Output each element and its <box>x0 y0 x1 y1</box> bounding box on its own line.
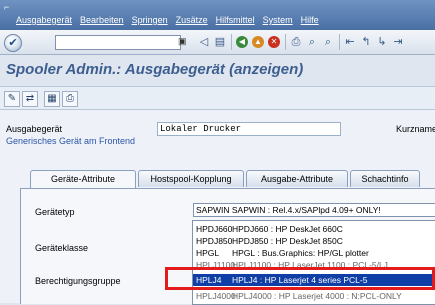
cancel-icon[interactable]: ✕ <box>268 36 280 48</box>
menu-items: Ausgabegerät Bearbeiten Springen Zusätze… <box>16 15 319 25</box>
option-code: HPLJ1100 <box>196 260 236 270</box>
option-code: HPGL <box>196 248 220 258</box>
exit-icon[interactable]: ▲ <box>252 36 264 48</box>
option-desc: HPDJ850 : HP DeskJet 850C <box>232 236 343 246</box>
menu-hilfe[interactable]: Hilfe <box>301 15 319 25</box>
separator <box>339 34 340 50</box>
device-class-label: Geräteklasse <box>35 243 89 253</box>
device-input[interactable]: Lokaler Drucker <box>157 122 341 136</box>
option-code: HPDJ660 <box>196 224 233 234</box>
command-field[interactable] <box>55 35 181 50</box>
back-icon[interactable]: ◀ <box>236 36 248 48</box>
dropdown-option[interactable]: HPDJ660 HPDJ660 : HP DeskJet 660C <box>193 223 435 235</box>
menu-springen[interactable]: Springen <box>132 15 168 25</box>
device-type-dropdown: HPDJ660 HPDJ660 : HP DeskJet 660C HPDJ85… <box>192 220 435 305</box>
print-icon[interactable]: ⎙ <box>290 36 302 48</box>
option-desc: HPDJ660 : HP DeskJet 660C <box>232 224 343 234</box>
authorization-group-label: Berechtigungsgruppe <box>35 276 121 286</box>
edit-pencil-icon[interactable]: ✎ <box>4 91 20 107</box>
last-page-icon[interactable]: ⇥ <box>392 36 404 48</box>
collapse-left-icon[interactable]: ◁ <box>198 36 210 48</box>
generic-device-note: Generisches Gerät am Frontend <box>6 136 136 146</box>
menu-hilfsmittel[interactable]: Hilfsmittel <box>216 15 255 25</box>
standard-toolbar: ✔ ▣ ◁ ▤ ◀ ▲ ✕ ⎙ ⌕ ⌕ ⇤ ↰ ↳ ⇥ <box>0 30 435 55</box>
option-code: HPDJ850 <box>196 236 233 246</box>
menu-bar: ⌐ Ausgabegerät Bearbeiten Springen Zusät… <box>0 0 435 30</box>
option-code: HPLJ4 <box>196 275 222 285</box>
menu-system[interactable]: System <box>263 15 293 25</box>
option-desc: HPGL : Bus.Graphics: HP/GL plotter <box>232 248 369 258</box>
dropdown-option[interactable]: HPDJ850 HPDJ850 : HP DeskJet 850C <box>193 235 435 247</box>
tab-hostspool[interactable]: Hostspool-Kopplung <box>138 170 244 187</box>
menu-zusaetze[interactable]: Zusätze <box>176 15 208 25</box>
device-label: Ausgabegerät <box>6 124 63 134</box>
option-code: HPLJ4000 <box>196 291 236 301</box>
dropdown-option[interactable]: HPLJ4000 HPLJ4000 : HP Laserjet 4000 : N… <box>193 290 435 302</box>
find-icon[interactable]: ⌕ <box>306 36 318 48</box>
dropdown-option[interactable]: HPLJ1100 HPLJ1100 : HP LaserJet 1100 : P… <box>193 259 435 271</box>
dropdown-option-selected[interactable]: HPLJ4 HPLJ4 : HP Laserjet 4 series PCL-5 <box>193 274 435 286</box>
option-desc: HPLJ4 : HP Laserjet 4 series PCL-5 <box>232 275 368 285</box>
tab-tray-info[interactable]: Schachtinfo <box>350 170 420 187</box>
list-icon[interactable]: ▦ <box>44 91 60 107</box>
option-desc: HPLJ4000 : HP Laserjet 4000 : N:PCL-ONLY <box>232 291 402 301</box>
application-toolbar: ✎ ⇄ ▦ ⎙ <box>0 86 435 110</box>
enter-check-icon[interactable]: ✔ <box>4 34 22 52</box>
display-change-icon[interactable]: ⇄ <box>22 91 38 107</box>
menu-bearbeiten[interactable]: Bearbeiten <box>80 15 124 25</box>
tab-device-attributes[interactable]: Geräte-Attribute <box>30 170 136 188</box>
device-type-label: Gerätetyp <box>35 207 75 217</box>
printer-icon[interactable]: ⎙ <box>62 91 78 107</box>
option-desc: HPLJ1100 : HP LaserJet 1100 : PCL-5/LJ <box>232 260 388 270</box>
save-icon[interactable]: ▤ <box>214 36 226 48</box>
page-title: Spooler Admin.: Ausgabegerät (anzeigen) <box>6 61 304 78</box>
first-page-icon[interactable]: ⇤ <box>344 36 356 48</box>
find-next-icon[interactable]: ⌕ <box>322 36 334 48</box>
short-name-label: Kurzname <box>396 124 435 134</box>
next-page-icon[interactable]: ↳ <box>376 36 388 48</box>
device-type-field[interactable]: SAPWIN SAPWIN : Rel.4.x/SAPlpd 4.09+ ONL… <box>193 203 435 217</box>
sap-app-icon[interactable]: ⌐ <box>4 2 14 12</box>
menu-ausgabegeraet[interactable]: Ausgabegerät <box>16 15 72 25</box>
prev-page-icon[interactable]: ↰ <box>360 36 372 48</box>
title-area: Spooler Admin.: Ausgabegerät (anzeigen) <box>0 55 435 85</box>
tab-output-attributes[interactable]: Ausgabe-Attribute <box>246 170 348 187</box>
command-history-icon[interactable]: ▣ <box>178 35 188 48</box>
separator <box>285 34 286 50</box>
dropdown-option[interactable]: HPGL HPGL : Bus.Graphics: HP/GL plotter <box>193 247 435 259</box>
separator <box>231 34 232 50</box>
